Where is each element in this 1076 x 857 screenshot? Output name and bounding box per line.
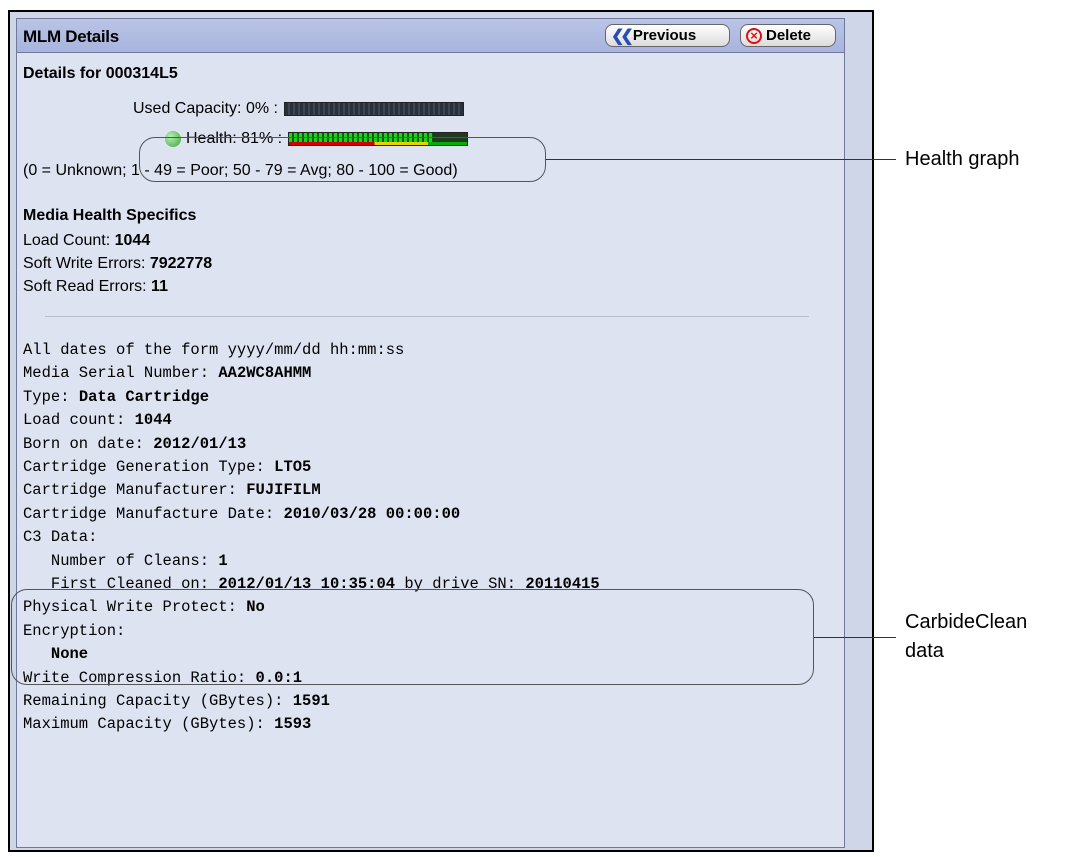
info-line: Born on date: 2012/01/13 xyxy=(23,435,246,453)
info-value: 2010/03/28 00:00:00 xyxy=(283,504,461,523)
info-line: C3 Data: xyxy=(23,528,97,546)
info-label: Load count: xyxy=(23,411,135,430)
info-value: 1591 xyxy=(292,692,330,710)
delete-button-label: Delete xyxy=(766,27,812,44)
panel-title-bar: MLM Details ❮❮ Previous × Delete xyxy=(17,19,844,53)
item-value: 1044 xyxy=(114,232,151,249)
carbideclean-label-line2: data xyxy=(905,640,944,662)
item-label: Soft Write Errors: xyxy=(23,255,150,272)
soft-read-errors-item: Soft Read Errors: 11 xyxy=(23,278,168,296)
info-value: LTO5 xyxy=(274,458,312,476)
info-line: Media Serial Number: AA2WC8AHMM xyxy=(23,364,311,382)
delete-button[interactable]: × Delete xyxy=(740,24,836,47)
item-label: Load Count: xyxy=(23,232,115,249)
info-line: Remaining Capacity (GBytes): 1591 xyxy=(23,692,330,710)
info-line: Maximum Capacity (GBytes): 1593 xyxy=(23,715,311,733)
details-heading: Details for 000314L5 xyxy=(23,65,178,82)
load-count-item: Load Count: 1044 xyxy=(23,232,150,250)
carbideclean-leader-line xyxy=(814,637,896,638)
health-graph-callout-frame xyxy=(139,137,546,182)
info-label: Type: xyxy=(23,387,79,406)
carbideclean-callout-frame xyxy=(11,589,814,685)
info-line: Type: Data Cartridge xyxy=(23,388,209,406)
info-label: Born on date: xyxy=(23,434,154,453)
info-label: Cartridge Manufacture Date: xyxy=(23,504,284,523)
double-chevron-left-icon: ❮❮ xyxy=(611,27,634,45)
item-value: 7922778 xyxy=(149,255,213,272)
carbideclean-callout-label: CarbideClean data xyxy=(905,608,1027,666)
previous-button[interactable]: ❮❮ Previous xyxy=(605,24,730,47)
carbideclean-label-line1: CarbideClean xyxy=(905,611,1028,633)
health-graph-leader-line xyxy=(546,159,896,160)
info-label: Number of Cleans: xyxy=(23,551,219,570)
info-label: Maximum Capacity (GBytes): xyxy=(23,715,275,734)
info-value: FUJIFILM xyxy=(246,481,321,500)
info-line: Cartridge Generation Type: LTO5 xyxy=(23,458,311,476)
used-capacity-label: Used Capacity: 0% : xyxy=(133,100,278,117)
info-value: 1 xyxy=(218,551,228,570)
panel-title: MLM Details xyxy=(23,27,119,46)
info-line: Cartridge Manufacture Date: 2010/03/28 0… xyxy=(23,505,460,523)
info-value: 1593 xyxy=(274,715,312,734)
info-line: Cartridge Manufacturer: FUJIFILM xyxy=(23,481,321,499)
info-label: C3 Data: xyxy=(23,528,98,547)
info-label: Cartridge Manufacturer: xyxy=(23,481,247,500)
info-value: Data Cartridge xyxy=(78,387,210,406)
info-value: 1044 xyxy=(134,411,172,430)
media-health-title: Media Health Specifics xyxy=(23,207,197,224)
info-value: 2012/01/13 xyxy=(153,434,247,453)
info-label: Remaining Capacity (GBytes): xyxy=(23,692,293,710)
used-capacity-bar xyxy=(283,102,464,116)
used-capacity-row: Used Capacity: 0% : xyxy=(133,100,464,118)
info-line: All dates of the form yyyy/mm/dd hh:mm:s… xyxy=(23,341,404,359)
info-label: Cartridge Generation Type: xyxy=(23,458,275,476)
info-line: Load count: 1044 xyxy=(23,411,172,429)
info-line: Number of Cleans: 1 xyxy=(23,552,228,570)
previous-button-label: Previous xyxy=(632,27,697,44)
health-graph-callout-label: Health graph xyxy=(905,148,1020,170)
section-divider xyxy=(45,316,809,317)
item-label: Soft Read Errors: xyxy=(23,278,152,295)
info-value: AA2WC8AHMM xyxy=(218,364,312,383)
delete-icon: × xyxy=(746,27,762,44)
info-label: All dates of the form yyyy/mm/dd hh:mm:s… xyxy=(23,341,405,359)
item-value: 11 xyxy=(151,278,168,295)
info-label: Media Serial Number: xyxy=(23,364,219,383)
soft-write-errors-item: Soft Write Errors: 7922778 xyxy=(23,255,212,273)
